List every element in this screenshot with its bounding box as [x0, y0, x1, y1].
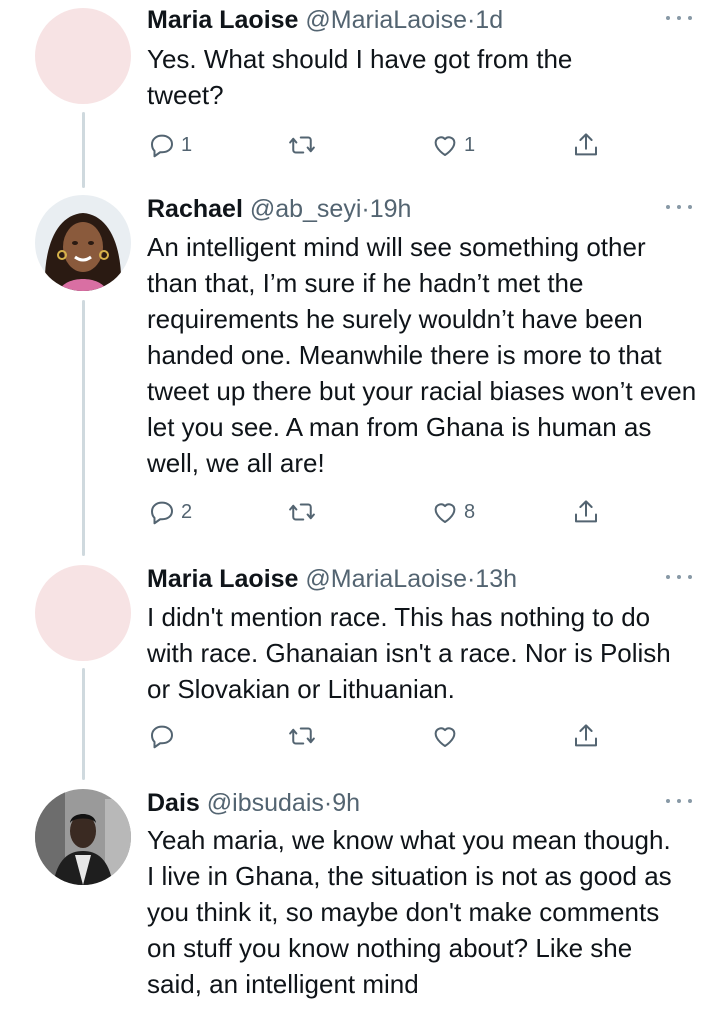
action-bar: 2 8	[147, 495, 607, 529]
share-button[interactable]	[571, 719, 601, 753]
share-icon	[575, 500, 597, 523]
tweet-text: I didn't mention race. This has nothing …	[147, 602, 671, 704]
reply-button[interactable]	[147, 719, 181, 753]
reply-button[interactable]: 2	[147, 495, 192, 529]
author-handle[interactable]: @ab_seyi	[250, 195, 362, 223]
like-count: 1	[464, 133, 476, 156]
author-name[interactable]: Maria Laoise	[147, 565, 298, 593]
avatar[interactable]	[35, 565, 131, 661]
tweet[interactable]: Rachael @ab_seyi·19h An intelligent mind…	[0, 191, 720, 536]
like-icon	[434, 503, 456, 523]
tweet-text: Yes. What should I have got from the twe…	[147, 44, 573, 110]
share-icon	[575, 133, 597, 156]
tweet-header: Dais @ibsudais·9h	[147, 785, 690, 821]
reply-icon	[151, 725, 173, 749]
avatar-photo	[35, 195, 131, 291]
author-handle[interactable]: @ibsudais	[207, 789, 324, 817]
separator-dot: ·	[361, 195, 370, 223]
avatar[interactable]	[35, 8, 131, 104]
author-name[interactable]: Rachael	[147, 195, 243, 223]
author-handle[interactable]: @MariaLaoise	[305, 6, 467, 34]
tweet-header: Maria Laoise @MariaLaoise·13h	[147, 561, 690, 597]
like-icon	[434, 727, 456, 747]
more-icon[interactable]	[666, 567, 692, 587]
like-button[interactable]	[430, 719, 464, 753]
avatar[interactable]	[35, 789, 131, 885]
share-button[interactable]	[571, 495, 601, 529]
retweet-button[interactable]	[287, 719, 321, 753]
timestamp[interactable]: 19h	[370, 195, 412, 223]
avatar-photo	[35, 789, 131, 885]
reply-button[interactable]: 1	[147, 128, 192, 162]
action-bar	[147, 719, 607, 753]
like-count: 8	[464, 500, 476, 523]
retweet-icon	[289, 503, 315, 521]
like-button[interactable]: 1	[430, 128, 475, 162]
retweet-button[interactable]	[287, 128, 321, 162]
tweet[interactable]: Maria Laoise @MariaLaoise·13h I didn't m…	[0, 561, 720, 761]
separator-dot: ·	[323, 789, 333, 817]
reply-icon	[151, 501, 173, 525]
tweet[interactable]: Dais @ibsudais·9h Yeah maria, we know wh…	[0, 785, 720, 1036]
timestamp[interactable]: 1d	[475, 6, 503, 34]
reply-count: 1	[181, 133, 193, 156]
share-button[interactable]	[571, 128, 601, 162]
retweet-icon	[289, 727, 315, 745]
reply-count: 2	[181, 500, 193, 523]
tweet-header: Maria Laoise @MariaLaoise·1d	[147, 2, 690, 38]
like-icon	[434, 136, 456, 156]
author-handle[interactable]: @MariaLaoise	[305, 565, 467, 593]
reply-icon	[151, 134, 173, 158]
more-icon[interactable]	[666, 8, 692, 28]
timestamp[interactable]: 13h	[475, 565, 517, 593]
author-name[interactable]: Maria Laoise	[147, 6, 298, 34]
like-button[interactable]: 8	[430, 495, 475, 529]
action-bar: 1 1	[147, 128, 607, 162]
share-icon	[575, 724, 597, 747]
tweet-header: Rachael @ab_seyi·19h	[147, 191, 690, 227]
retweet-button[interactable]	[287, 495, 321, 529]
timestamp[interactable]: 9h	[332, 789, 360, 817]
retweet-icon	[289, 136, 315, 154]
avatar[interactable]	[35, 195, 131, 291]
more-icon[interactable]	[666, 791, 692, 811]
tweet[interactable]: Maria Laoise @MariaLaoise·1d Yes. What s…	[0, 2, 720, 172]
more-icon[interactable]	[666, 197, 692, 217]
tweet-text: Yeah maria, we know what you mean though…	[147, 825, 672, 999]
tweet-text: An intelligent mind will see something o…	[147, 232, 697, 478]
author-name[interactable]: Dais	[147, 789, 200, 817]
